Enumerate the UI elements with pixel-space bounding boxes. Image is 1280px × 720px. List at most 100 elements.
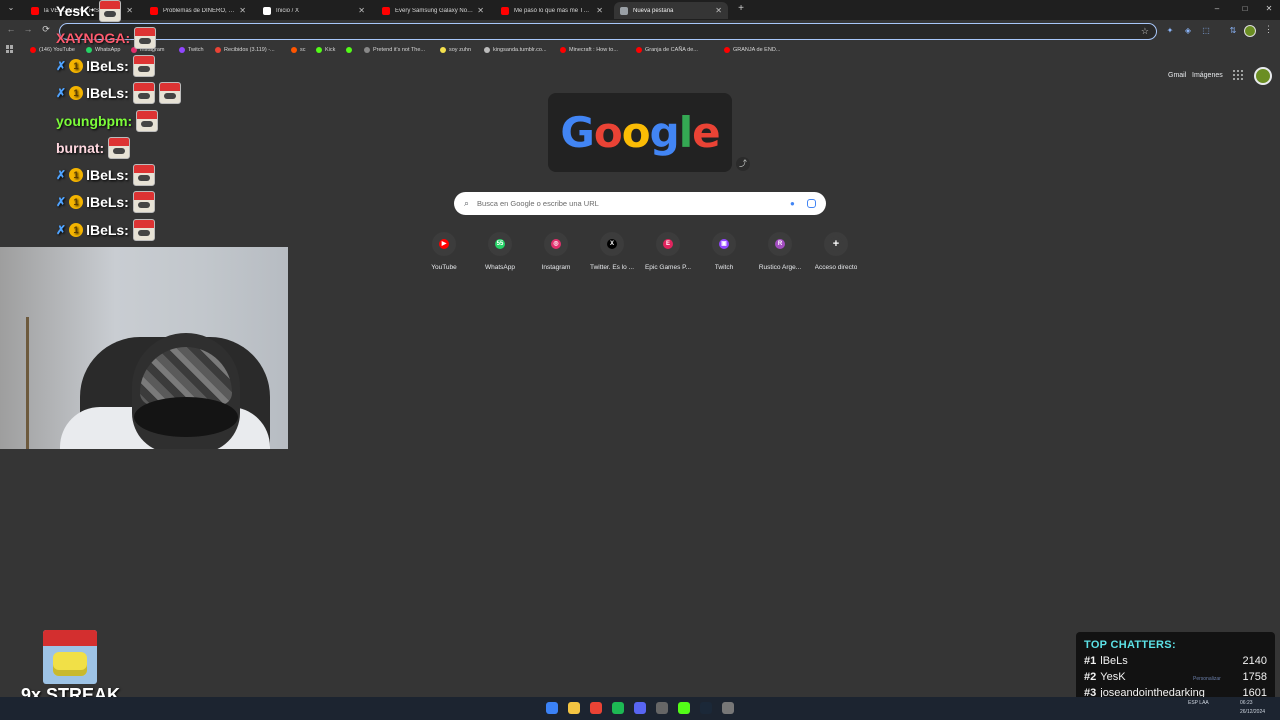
bookmark-item[interactable]: soy zuhn [440, 44, 471, 55]
top-chatter-username: lBeLs [1100, 655, 1128, 667]
bookmark-item[interactable] [346, 44, 355, 55]
maximize-button[interactable]: □ [1238, 4, 1252, 13]
shortcut-tile[interactable]: E Epic Games P... [640, 232, 696, 271]
tab-3[interactable]: Every Samsung Galaxy Notificat ✕ [376, 2, 490, 19]
tab-close-icon[interactable]: ✕ [239, 6, 246, 15]
chat-emote-image [132, 82, 155, 104]
bookmark-item[interactable]: kingsanda.tumblr.co... [484, 44, 547, 55]
bookmark-favicon-icon [484, 46, 490, 53]
shortcut-label: YouTube [431, 264, 457, 271]
search-icon: ⌕ [464, 198, 470, 208]
tab-4[interactable]: Me pasó lo que más me TEMÍA ✕ [495, 2, 609, 19]
tab-close-icon[interactable]: ✕ [715, 6, 722, 15]
shortcut-tile[interactable]: X Twitter. Es lo ... [584, 232, 640, 271]
apps-shortcut-icon[interactable] [6, 45, 14, 53]
tab-close-icon[interactable]: ✕ [358, 6, 365, 15]
tab-close-icon[interactable]: ✕ [477, 6, 484, 15]
bookmark-item[interactable]: GRANJA de END... [724, 44, 780, 55]
tab-close-icon[interactable]: ✕ [126, 6, 133, 15]
google-apps-icon[interactable] [1233, 70, 1243, 80]
extension-icon[interactable]: ✦ [1165, 26, 1175, 36]
back-button[interactable]: ← [5, 24, 17, 34]
taskbar-explorer-icon[interactable] [568, 702, 580, 714]
bookmark-label: Granja de CAÑA de... [645, 46, 698, 53]
account-avatar[interactable] [1254, 67, 1272, 85]
coin-badge-icon: 1 [69, 223, 84, 237]
tab-2[interactable]: Inicio / X ✕ [257, 2, 371, 19]
tab-1[interactable]: Problemas de DINERO, Nuestr ✕ [144, 2, 252, 19]
sword-badge-icon: ✗ [56, 59, 67, 73]
chat-message: XAYNOGA: [56, 26, 157, 50]
bookmark-item[interactable]: Kick [316, 44, 335, 55]
bookmark-item[interactable]: sc [291, 44, 306, 55]
shortcut-icon: E [663, 239, 673, 249]
chat-username: youngbpm: [56, 113, 133, 129]
shortcut-icon: + [829, 237, 843, 251]
clock-time[interactable]: 06:23 [1240, 700, 1253, 706]
minimize-button[interactable]: – [1210, 4, 1224, 13]
chat-username: lBeLs: [86, 222, 129, 238]
reload-button[interactable]: ⟳ [40, 24, 52, 35]
sword-badge-icon: ✗ [56, 86, 67, 100]
top-chatter-username: YesK [1100, 671, 1126, 683]
shortcut-icon: R [775, 239, 785, 249]
taskbar-windows-icon[interactable] [546, 702, 558, 714]
address-bar[interactable]: ☆ [59, 23, 1157, 40]
tab-close-icon[interactable]: ✕ [596, 6, 603, 15]
extension-icon[interactable]: ⬚ [1201, 26, 1211, 36]
tab-favicon-icon [382, 6, 390, 15]
personalize-link[interactable]: Personalizar [1193, 676, 1221, 682]
taskbar-kick-icon[interactable] [678, 702, 690, 714]
search-input[interactable] [477, 199, 784, 208]
bookmark-item[interactable]: Minecraft : How to... [560, 44, 618, 55]
shortcut-tile[interactable]: ▶ YouTube [416, 232, 472, 271]
taskbar-discord-icon[interactable] [634, 702, 646, 714]
taskbar-other-icon[interactable] [722, 702, 734, 714]
tab-5[interactable]: Nueva pestaña ✕ [614, 2, 728, 19]
chat-emote-image [132, 191, 155, 213]
new-tab-button[interactable]: + [734, 3, 748, 14]
shortcut-tile[interactable]: + Acceso directo [808, 232, 864, 271]
chat-emote-image [134, 27, 157, 49]
taskbar-obs-icon[interactable] [656, 702, 668, 714]
tab-title: Every Samsung Galaxy Notificat [395, 7, 474, 14]
shortcut-tile[interactable]: ◎ Instagram [528, 232, 584, 271]
tab-favicon-icon [150, 6, 158, 15]
shortcut-tile[interactable]: ▣ Twitch [696, 232, 752, 271]
windows-taskbar: ESP LAA 06:23 26/12/2024 [0, 697, 1280, 720]
shortcut-tile[interactable]: 55 WhatsApp [472, 232, 528, 271]
extension-icon[interactable]: ◈ [1183, 26, 1193, 36]
taskbar-spotify-icon[interactable] [612, 702, 624, 714]
bookmark-item[interactable]: Pretend it's not The... [364, 44, 425, 55]
bookmark-favicon-icon [291, 46, 297, 53]
shortcut-circle: + [824, 232, 848, 256]
language-indicator[interactable]: ESP LAA [1188, 700, 1209, 706]
bookmark-favicon-icon [215, 46, 221, 53]
close-window-button[interactable]: ✕ [1262, 4, 1276, 13]
profile-avatar[interactable] [1244, 25, 1256, 37]
search-box[interactable]: ⌕ ● [454, 192, 826, 215]
bookmark-favicon-icon [316, 46, 322, 53]
tab-search-icon[interactable]: ⌄ [4, 3, 18, 12]
forward-button[interactable]: → [22, 24, 34, 34]
voice-search-icon[interactable]: ● [790, 199, 798, 209]
menu-icon[interactable]: ⋮ [1264, 24, 1273, 35]
clock-date[interactable]: 26/12/2024 [1240, 709, 1265, 715]
extension-icon[interactable]: ⇅ [1228, 26, 1238, 36]
shortcut-label: WhatsApp [485, 264, 515, 271]
sword-badge-icon: ✗ [56, 223, 67, 237]
lens-search-icon[interactable] [807, 199, 816, 208]
gmail-link[interactable]: Gmail [1168, 72, 1186, 79]
share-doodle-icon[interactable]: ⤴ [736, 157, 750, 171]
bookmark-item[interactable]: Recibidos (3.119) -... [215, 44, 275, 55]
images-link[interactable]: Imágenes [1192, 72, 1223, 79]
shortcut-tile[interactable]: R Rustico Arge... [752, 232, 808, 271]
bookmark-star-icon[interactable]: ☆ [1141, 26, 1149, 37]
bookmark-label: Pretend it's not The... [373, 46, 426, 53]
taskbar-steam-icon[interactable] [700, 702, 712, 714]
google-doodle[interactable]: Google [548, 93, 732, 172]
top-chatter-name: #2 YesK [1084, 671, 1126, 683]
bookmark-item[interactable]: Granja de CAÑA de... [636, 44, 698, 55]
taskbar-chrome-icon[interactable] [590, 702, 602, 714]
bookmark-item[interactable]: Twitch [179, 44, 204, 55]
